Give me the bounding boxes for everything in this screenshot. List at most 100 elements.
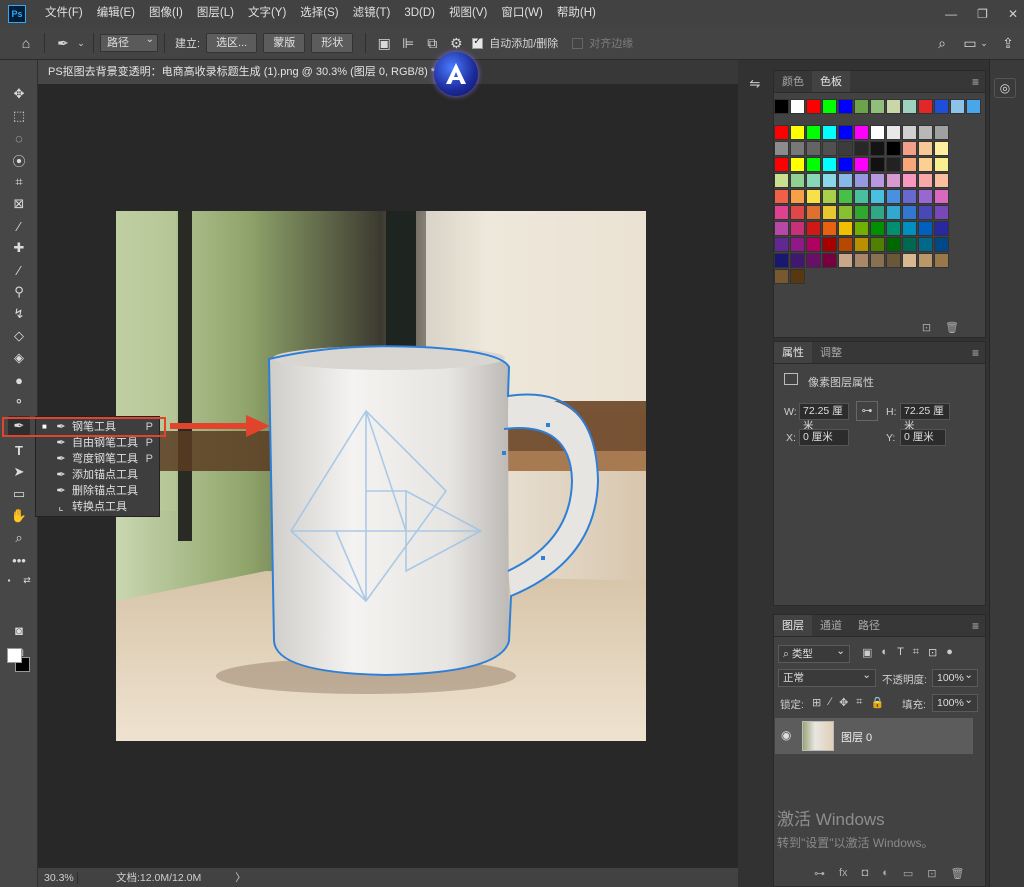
make-mask-button[interactable]: 蒙版 (263, 33, 306, 53)
zoom-level-field[interactable]: 30.3% (38, 871, 78, 884)
layer-filter-select[interactable]: ⌕ 类型 (778, 643, 850, 663)
swatch[interactable] (854, 99, 869, 114)
eraser-tool-icon[interactable]: ◇ (8, 326, 30, 346)
make-shape-button[interactable]: 形状 (311, 33, 354, 53)
lock-position-icon[interactable]: ✥ (839, 696, 848, 709)
swatch[interactable] (774, 173, 789, 188)
swatch[interactable] (902, 141, 917, 156)
tab-swatches[interactable]: 色板 (812, 71, 850, 92)
y-field[interactable]: 0 厘米 (900, 429, 946, 446)
swatch[interactable] (854, 221, 869, 236)
swatch[interactable] (822, 125, 837, 140)
swatch[interactable] (790, 125, 805, 140)
menu-type[interactable]: 文字(Y) (241, 0, 293, 27)
swatch[interactable] (774, 205, 789, 220)
swatch[interactable] (902, 253, 917, 268)
lock-image-icon[interactable]: ∕ (829, 696, 831, 709)
tab-adjustments[interactable]: 调整 (812, 342, 850, 363)
swatch[interactable] (918, 253, 933, 268)
healing-brush-tool-icon[interactable]: ✚ (8, 238, 30, 258)
swatch[interactable] (918, 99, 933, 114)
swatch[interactable] (822, 237, 837, 252)
menu-file[interactable]: 文件(F) (38, 0, 90, 27)
swatch[interactable] (806, 253, 821, 268)
swatch[interactable] (790, 99, 805, 114)
menu-filter[interactable]: 滤镜(T) (346, 0, 398, 27)
lasso-tool-icon[interactable]: ◌ (8, 128, 30, 148)
menu-3d[interactable]: 3D(D) (397, 0, 442, 27)
flyout-item-convert-point[interactable]: ⌞ 转换点工具 (36, 499, 159, 515)
swatch[interactable] (822, 157, 837, 172)
swatch[interactable] (822, 173, 837, 188)
swatch[interactable] (902, 189, 917, 204)
tab-color[interactable]: 颜色 (774, 71, 812, 92)
close-button[interactable]: ✕ (1008, 7, 1018, 21)
swatch[interactable] (934, 253, 949, 268)
swatch[interactable] (838, 173, 853, 188)
pen-tool-preset-icon[interactable]: ✒ (51, 35, 75, 52)
swatch[interactable] (822, 221, 837, 236)
tab-layers[interactable]: 图层 (774, 615, 812, 636)
swatch[interactable] (918, 205, 933, 220)
swatch[interactable] (790, 157, 805, 172)
height-field[interactable]: 72.25 厘米 (900, 403, 950, 432)
mode-select[interactable]: 路径 (100, 32, 158, 52)
swatch[interactable] (886, 189, 901, 204)
chevron-down-icon[interactable]: ⌄ (978, 38, 990, 49)
swatch[interactable] (902, 173, 917, 188)
swatch[interactable] (870, 221, 885, 236)
swatch[interactable] (902, 237, 917, 252)
swatch[interactable] (822, 253, 837, 268)
swatch[interactable] (790, 221, 805, 236)
swatch[interactable] (870, 253, 885, 268)
swatch[interactable] (822, 141, 837, 156)
swatch[interactable] (790, 189, 805, 204)
swatch[interactable] (918, 221, 933, 236)
marquee-tool-icon[interactable]: ⬚ (8, 106, 30, 126)
swatch[interactable] (774, 157, 789, 172)
swatch[interactable] (854, 253, 869, 268)
swatch[interactable] (902, 221, 917, 236)
new-layer-icon[interactable]: ⊡ (927, 867, 936, 880)
swatch[interactable] (774, 141, 789, 156)
history-brush-tool-icon[interactable]: ↯ (8, 304, 30, 324)
panel-menu-icon[interactable]: ≡ (972, 342, 979, 364)
swatch[interactable] (886, 173, 901, 188)
swatch[interactable] (806, 157, 821, 172)
swatch[interactable] (870, 141, 885, 156)
swatch[interactable] (934, 99, 949, 114)
swatch[interactable] (774, 189, 789, 204)
panel-menu-icon[interactable]: ≡ (972, 71, 979, 93)
swatch[interactable] (838, 125, 853, 140)
swatch[interactable] (886, 99, 901, 114)
swatch[interactable] (886, 157, 901, 172)
fx-icon[interactable]: fx (839, 867, 848, 880)
gear-icon[interactable]: ⚙ (444, 35, 468, 52)
swatch[interactable] (774, 269, 789, 284)
swatch[interactable] (870, 99, 885, 114)
flyout-item-add-anchor[interactable]: ✒ 添加锚点工具 (36, 467, 159, 483)
swatch[interactable] (870, 157, 885, 172)
quick-mask-icon[interactable]: ◙ (8, 620, 30, 640)
swatch[interactable] (838, 189, 853, 204)
home-icon[interactable]: ⌂ (14, 35, 38, 51)
swatch[interactable] (870, 173, 885, 188)
tab-properties[interactable]: 属性 (774, 342, 812, 363)
lock-artboard-icon[interactable]: ⌗ (856, 696, 862, 709)
swatch[interactable] (934, 221, 949, 236)
filter-pixel-icon[interactable]: ▣ (862, 646, 872, 659)
flyout-item-delete-anchor[interactable]: ✒ 删除锚点工具 (36, 483, 159, 499)
width-field[interactable]: 72.25 厘米 (799, 403, 849, 432)
blur-tool-icon[interactable]: ● (8, 370, 30, 390)
swatch[interactable] (886, 141, 901, 156)
swatch[interactable] (790, 269, 805, 284)
panel-menu-icon[interactable]: ≡ (972, 615, 979, 637)
eye-icon[interactable]: ◉ (781, 728, 791, 742)
filter-shape-icon[interactable]: ⌗ (913, 646, 919, 659)
swatch[interactable] (838, 237, 853, 252)
brush-tool-icon[interactable]: ∕ (8, 260, 30, 280)
flyout-item-curvature-pen[interactable]: ✒ 弯度钢笔工具 P (36, 451, 159, 467)
lock-all-icon[interactable]: 🔒 (870, 696, 884, 709)
swatch[interactable] (790, 253, 805, 268)
swatch[interactable] (822, 99, 837, 114)
